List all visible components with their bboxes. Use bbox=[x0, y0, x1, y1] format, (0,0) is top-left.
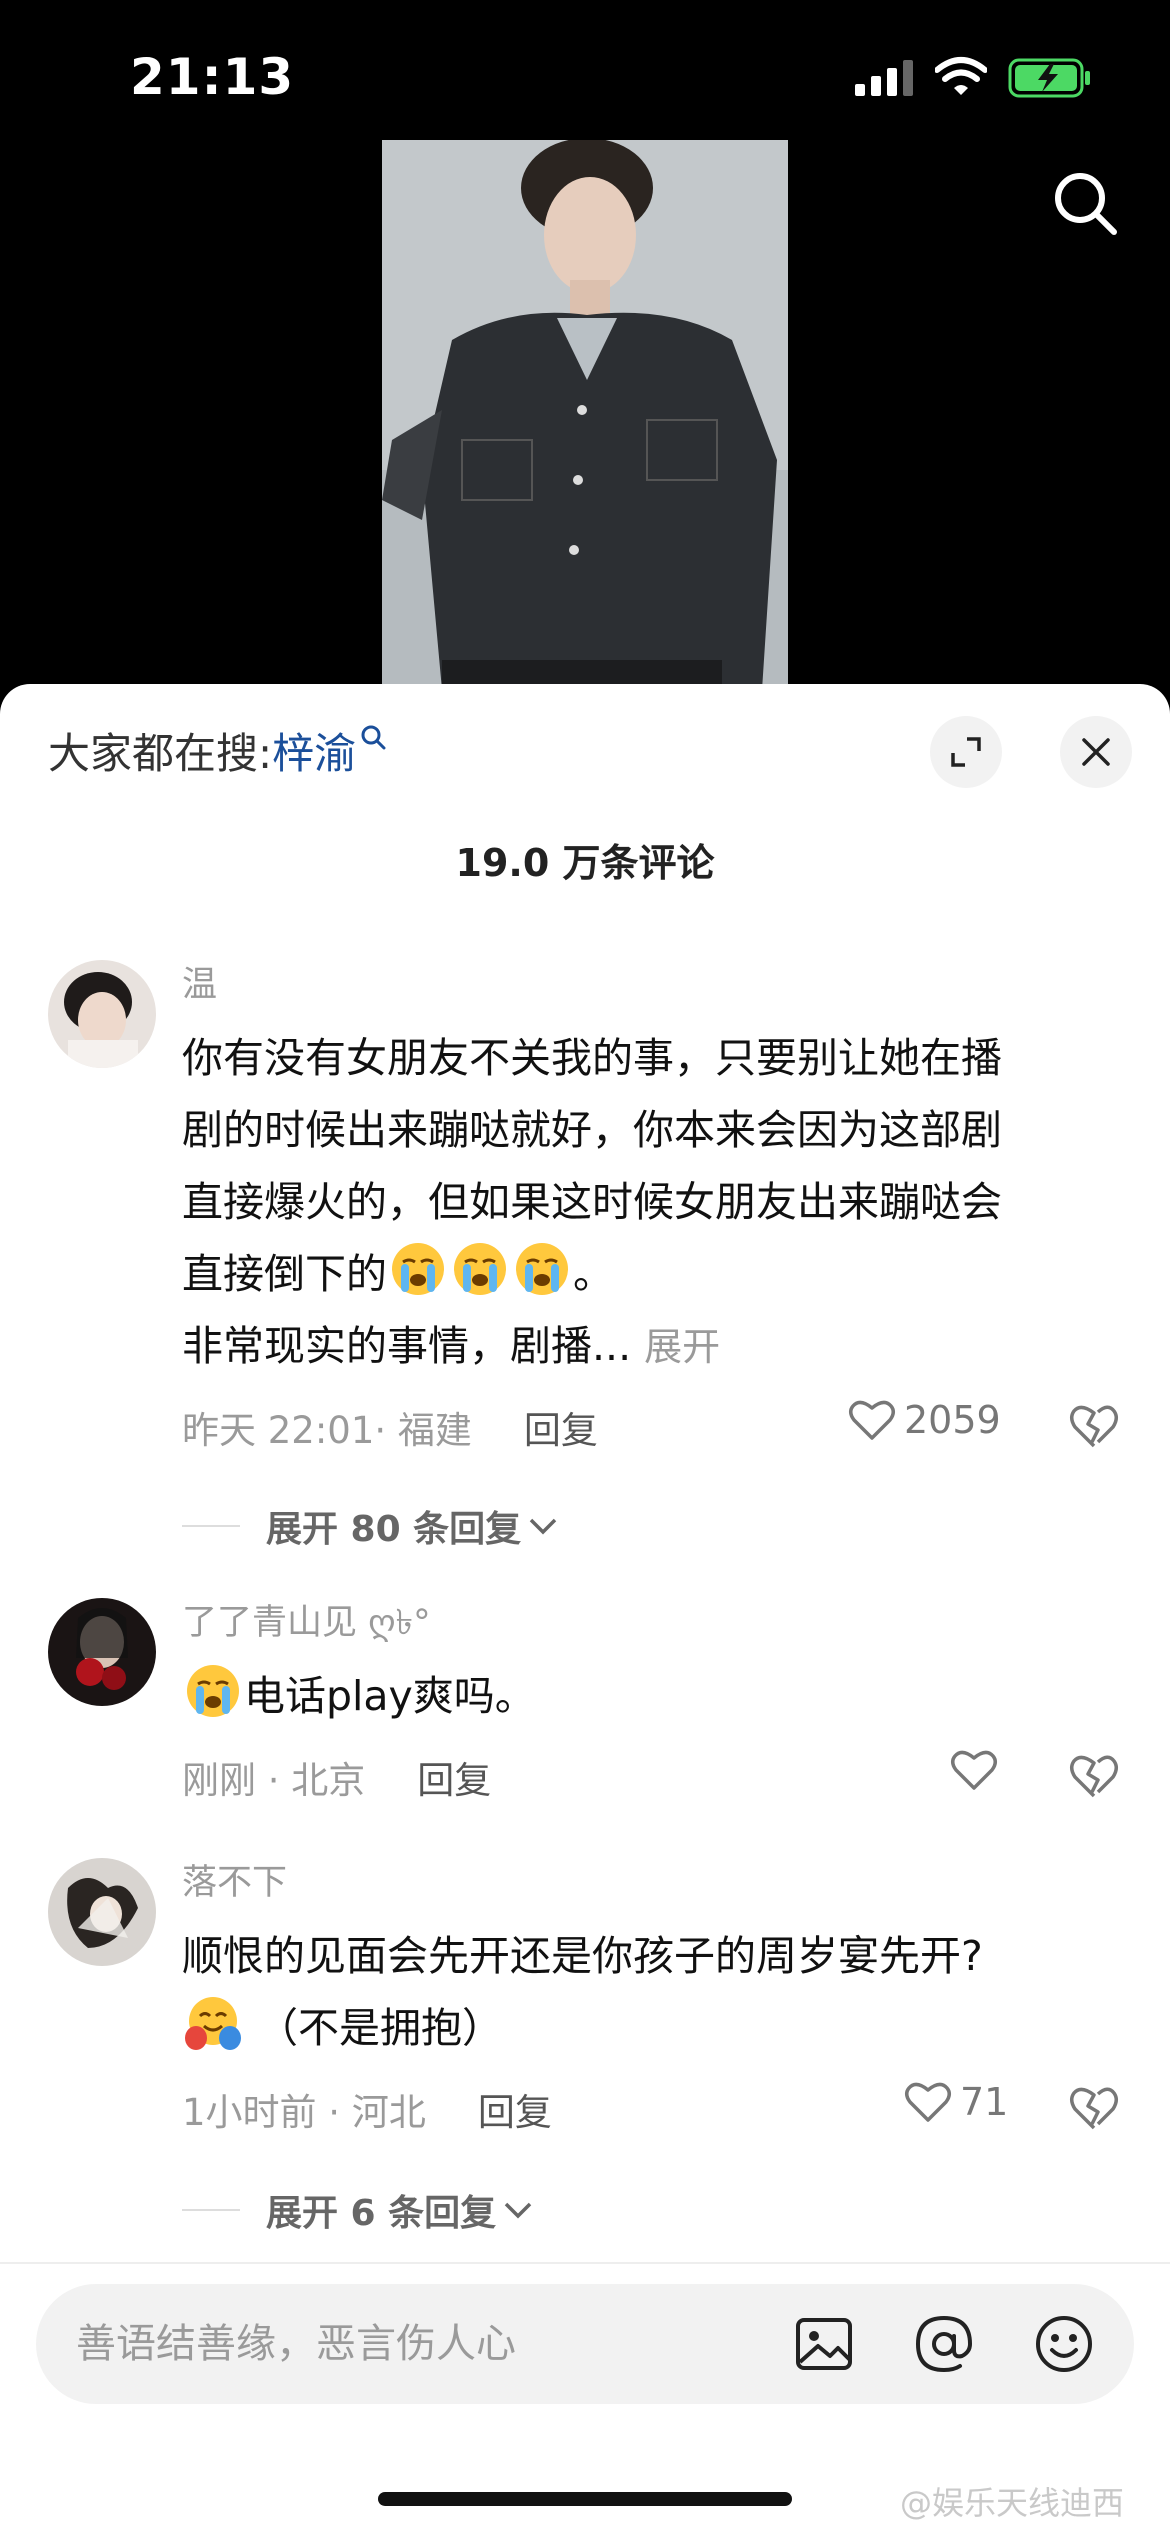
divider-line bbox=[182, 1525, 240, 1527]
video-player[interactable] bbox=[0, 0, 1170, 690]
crying-face-emoji-icon bbox=[516, 1243, 568, 1295]
comment-username[interactable]: 落不下 bbox=[182, 1858, 1112, 1908]
avatar[interactable] bbox=[48, 1858, 156, 1966]
avatar[interactable] bbox=[48, 960, 156, 1068]
comment-text: 电话play爽吗。 bbox=[182, 1660, 1112, 1732]
comment-meta: 1小时前 · 河北 回复 bbox=[182, 2082, 552, 2136]
heart-icon bbox=[849, 1400, 895, 1440]
image-icon[interactable] bbox=[792, 2312, 856, 2376]
comment-meta: 昨天 22:01· 福建 回复 bbox=[182, 1400, 598, 1454]
video-thumbnail[interactable] bbox=[382, 140, 788, 690]
person-photo bbox=[382, 140, 788, 690]
heart-icon bbox=[905, 2082, 951, 2122]
crying-face-emoji-icon bbox=[392, 1243, 444, 1295]
close-icon bbox=[1082, 738, 1110, 766]
comment-time-location: 刚刚 · 北京 bbox=[182, 1759, 366, 1802]
comment-input-bar bbox=[36, 2284, 1134, 2404]
comment-text: 顺恨的见面会先开还是你孩子的周岁宴先开? （不是拥抱） bbox=[182, 1932, 983, 2052]
like-button[interactable]: 71 bbox=[904, 2080, 1008, 2124]
like-button[interactable]: 2059 bbox=[848, 1398, 1001, 1442]
trending-keyword[interactable]: 梓渝 bbox=[272, 729, 356, 778]
chevron-down-icon bbox=[529, 1518, 557, 1535]
hugging-face-emoji-icon bbox=[185, 1997, 241, 2050]
crying-face-emoji-icon bbox=[187, 1665, 239, 1717]
heart-icon bbox=[951, 1750, 997, 1790]
home-indicator bbox=[378, 2492, 792, 2506]
like-button[interactable] bbox=[950, 1748, 1006, 1792]
broken-heart-icon[interactable] bbox=[1068, 1402, 1120, 1450]
chevron-down-icon bbox=[504, 2202, 532, 2219]
avatar[interactable] bbox=[48, 1598, 156, 1706]
trending-prefix: 大家都在搜: bbox=[48, 729, 273, 778]
reply-button[interactable]: 回复 bbox=[478, 2082, 552, 2136]
expand-text-button[interactable]: 展开 bbox=[644, 1325, 720, 1369]
reply-button[interactable]: 回复 bbox=[417, 1750, 491, 1804]
crying-face-emoji-icon bbox=[454, 1243, 506, 1295]
reply-button[interactable]: 回复 bbox=[524, 1400, 598, 1454]
comment-input[interactable] bbox=[76, 2284, 776, 2404]
divider bbox=[0, 2262, 1170, 2264]
emoji-icon[interactable] bbox=[1032, 2312, 1096, 2376]
like-count: 71 bbox=[960, 2080, 1009, 2124]
comment-meta: 刚刚 · 北京 回复 bbox=[182, 1750, 491, 1804]
comment-username[interactable]: 了了青山见 ღ৳° bbox=[182, 1598, 1112, 1648]
divider-line bbox=[182, 2209, 240, 2211]
comments-sheet: 大家都在搜:梓渝 19.0 万条评论 温 你有没有女朋友不关我的事，只要别让她在… bbox=[0, 684, 1170, 2532]
at-mention-icon[interactable] bbox=[912, 2312, 976, 2376]
comment-text: 你有没有女朋友不关我的事，只要别让她在播 剧的时候出来蹦哒就好，你本来会因为这部… bbox=[182, 1034, 1002, 1370]
search-small-icon bbox=[361, 725, 386, 750]
search-icon[interactable] bbox=[1050, 168, 1120, 238]
expand-replies-button[interactable]: 展开 80 条回复 bbox=[182, 1500, 559, 1552]
comment-count: 19.0 万条评论 bbox=[455, 841, 715, 885]
like-count: 2059 bbox=[904, 1398, 1001, 1442]
comment-username[interactable]: 温 bbox=[182, 960, 1112, 1010]
trending-search[interactable]: 大家都在搜:梓渝 bbox=[48, 720, 386, 781]
close-button[interactable] bbox=[1060, 716, 1132, 788]
broken-heart-icon[interactable] bbox=[1068, 2084, 1120, 2132]
broken-heart-icon[interactable] bbox=[1068, 1752, 1120, 1800]
watermark: @娱乐天线迪西 bbox=[900, 2484, 1125, 2522]
expand-replies-button[interactable]: 展开 6 条回复 bbox=[182, 2184, 534, 2236]
fullscreen-button[interactable] bbox=[930, 716, 1002, 788]
expand-icon bbox=[951, 737, 981, 767]
comment-time-location: 昨天 22:01· 福建 bbox=[182, 1409, 472, 1452]
comment-time-location: 1小时前 · 河北 bbox=[182, 2091, 426, 2134]
